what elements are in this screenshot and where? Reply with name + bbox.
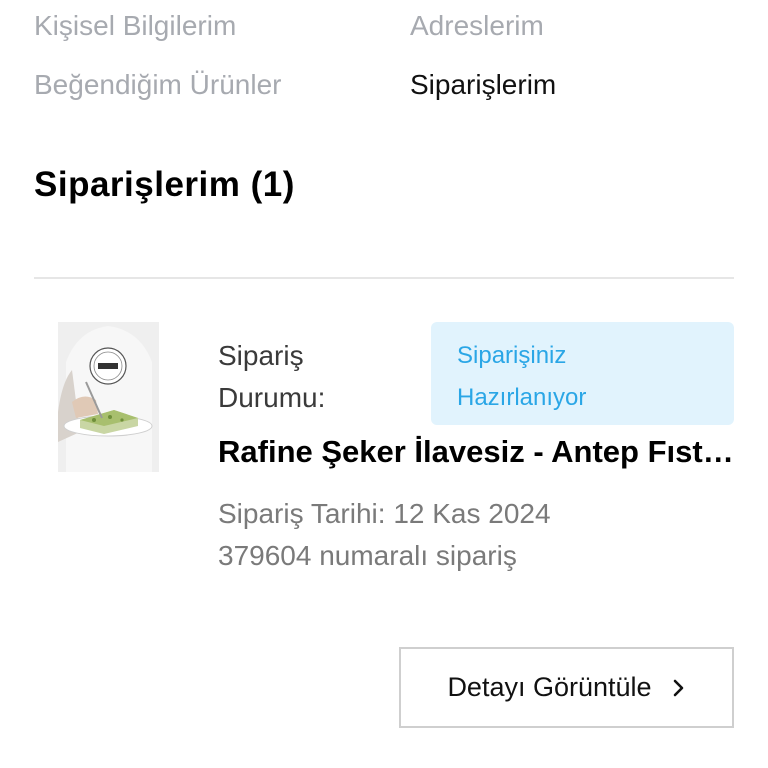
order-status-value: Siparişiniz Hazırlanıyor: [457, 342, 587, 411]
product-photo: [58, 322, 159, 472]
view-details-button[interactable]: Detayı Görüntüle: [399, 647, 734, 728]
order-status-badge: Siparişiniz Hazırlanıyor: [431, 322, 734, 425]
product-thumbnail[interactable]: [58, 322, 159, 472]
order-status-label: Sipariş Durumu:: [218, 340, 326, 413]
order-number: 379604 numaralı sipariş: [218, 540, 517, 571]
orders-page: Kişisel Bilgilerim Adreslerim Beğendiğim…: [0, 0, 768, 768]
section-divider: [34, 277, 734, 279]
nav-link-personal-info[interactable]: Kişisel Bilgilerim: [34, 9, 236, 43]
nav-link-addresses[interactable]: Adreslerim: [410, 9, 544, 43]
page-title: Siparişlerim (1): [34, 165, 295, 205]
product-name[interactable]: Rafine Şeker İlavesiz - Antep Fıstıklı H…: [218, 432, 738, 472]
chevron-right-icon: [672, 678, 686, 698]
order-date: Sipariş Tarihi: 12 Kas 2024: [218, 498, 551, 529]
view-details-label: Detayı Görüntüle: [447, 672, 652, 702]
nav-link-orders[interactable]: Siparişlerim: [410, 68, 556, 102]
nav-link-favorites[interactable]: Beğendiğim Ürünler: [34, 68, 281, 102]
